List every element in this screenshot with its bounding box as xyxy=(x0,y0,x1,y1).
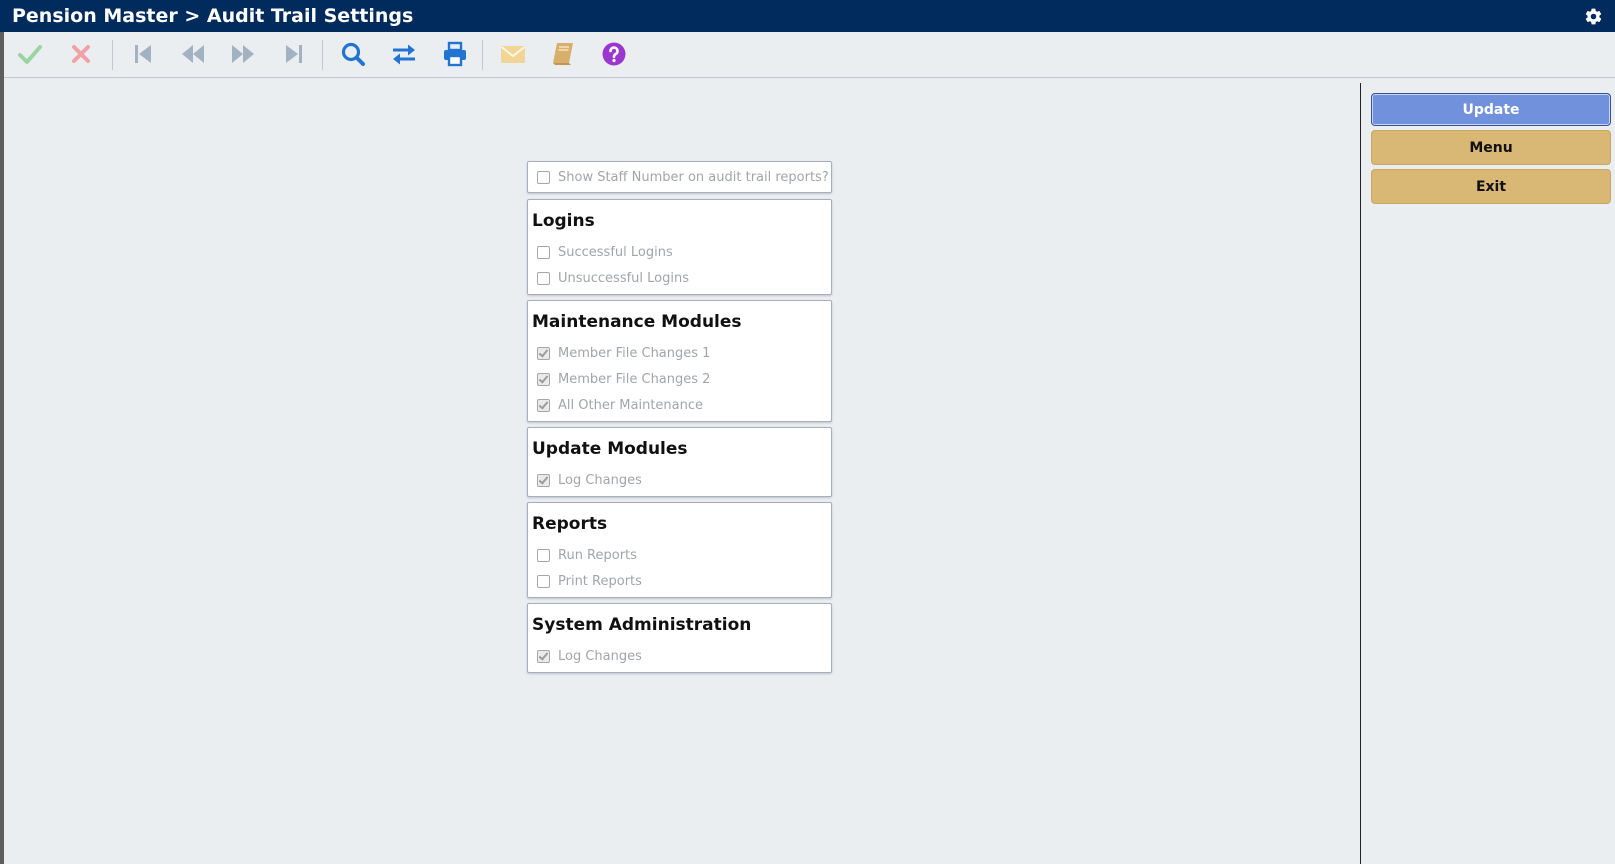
successful-logins-option[interactable]: Successful Logins xyxy=(537,242,673,262)
update-log-changes-option[interactable]: Log Changes xyxy=(537,470,642,490)
notebook-icon[interactable] xyxy=(550,41,576,67)
all-other-maintenance-checkbox[interactable] xyxy=(537,398,550,412)
member-file-changes-2-checkbox[interactable] xyxy=(537,372,550,386)
swap-icon[interactable] xyxy=(391,41,417,67)
all-other-maintenance-option[interactable]: All Other Maintenance xyxy=(537,395,703,415)
mail-icon[interactable] xyxy=(500,41,526,67)
reports-section: Reports Run Reports Print Reports xyxy=(527,502,832,598)
staff-number-card: Show Staff Number on audit trail reports… xyxy=(527,161,832,193)
print-reports-label: Print Reports xyxy=(558,573,642,589)
run-reports-checkbox[interactable] xyxy=(537,548,550,562)
title-bar: Pension Master > Audit Trail Settings xyxy=(0,0,1615,32)
run-reports-label: Run Reports xyxy=(558,547,637,563)
page-title: Pension Master > Audit Trail Settings xyxy=(12,5,414,27)
member-file-changes-1-label: Member File Changes 1 xyxy=(558,345,711,361)
logins-section: Logins Successful Logins Unsuccessful Lo… xyxy=(527,199,832,295)
member-file-changes-2-option[interactable]: Member File Changes 2 xyxy=(537,369,710,389)
menu-button[interactable]: Menu xyxy=(1371,130,1611,165)
update-log-changes-checkbox[interactable] xyxy=(537,473,550,487)
check-icon[interactable] xyxy=(17,41,43,67)
previous-record-icon[interactable] xyxy=(180,41,206,67)
system-administration-section: System Administration Log Changes xyxy=(527,603,832,673)
last-record-icon[interactable] xyxy=(281,41,307,67)
update-modules-section: Update Modules Log Changes xyxy=(527,427,832,497)
reports-heading: Reports xyxy=(532,514,608,534)
first-record-icon[interactable] xyxy=(130,41,156,67)
toolbar-separator xyxy=(112,40,113,70)
gear-icon[interactable] xyxy=(1584,7,1603,26)
member-file-changes-1-option[interactable]: Member File Changes 1 xyxy=(537,343,710,363)
window-left-edge xyxy=(0,0,4,864)
exit-button[interactable]: Exit xyxy=(1371,169,1611,204)
maintenance-modules-section: Maintenance Modules Member File Changes … xyxy=(527,300,832,422)
unsuccessful-logins-label: Unsuccessful Logins xyxy=(558,270,690,286)
update-button[interactable]: Update xyxy=(1371,93,1611,126)
all-other-maintenance-label: All Other Maintenance xyxy=(558,397,704,413)
toolbar-separator xyxy=(322,40,323,70)
maintenance-modules-heading: Maintenance Modules xyxy=(532,312,742,332)
right-panel-divider xyxy=(1360,83,1361,864)
print-reports-checkbox[interactable] xyxy=(537,574,550,588)
sysadmin-log-changes-label: Log Changes xyxy=(558,648,642,664)
successful-logins-label: Successful Logins xyxy=(558,244,673,260)
update-modules-heading: Update Modules xyxy=(532,439,688,459)
run-reports-option[interactable]: Run Reports xyxy=(537,545,637,565)
successful-logins-checkbox[interactable] xyxy=(537,245,550,259)
unsuccessful-logins-option[interactable]: Unsuccessful Logins xyxy=(537,268,689,288)
system-administration-heading: System Administration xyxy=(532,615,752,635)
staff-number-checkbox[interactable] xyxy=(537,170,550,184)
toolbar-separator xyxy=(482,40,483,70)
member-file-changes-1-checkbox[interactable] xyxy=(537,346,550,360)
print-icon[interactable] xyxy=(442,41,468,67)
staff-number-option[interactable]: Show Staff Number on audit trail reports… xyxy=(537,167,829,187)
cross-icon[interactable] xyxy=(68,41,94,67)
unsuccessful-logins-checkbox[interactable] xyxy=(537,271,550,285)
staff-number-label: Show Staff Number on audit trail reports… xyxy=(558,169,829,185)
member-file-changes-2-label: Member File Changes 2 xyxy=(558,371,711,387)
update-log-changes-label: Log Changes xyxy=(558,472,642,488)
sysadmin-log-changes-checkbox[interactable] xyxy=(537,649,550,663)
sysadmin-log-changes-option[interactable]: Log Changes xyxy=(537,646,642,666)
help-icon[interactable] xyxy=(601,41,627,67)
print-reports-option[interactable]: Print Reports xyxy=(537,571,642,591)
next-record-icon[interactable] xyxy=(230,41,256,67)
toolbar xyxy=(4,32,1615,78)
logins-heading: Logins xyxy=(532,211,595,231)
search-icon[interactable] xyxy=(340,41,366,67)
